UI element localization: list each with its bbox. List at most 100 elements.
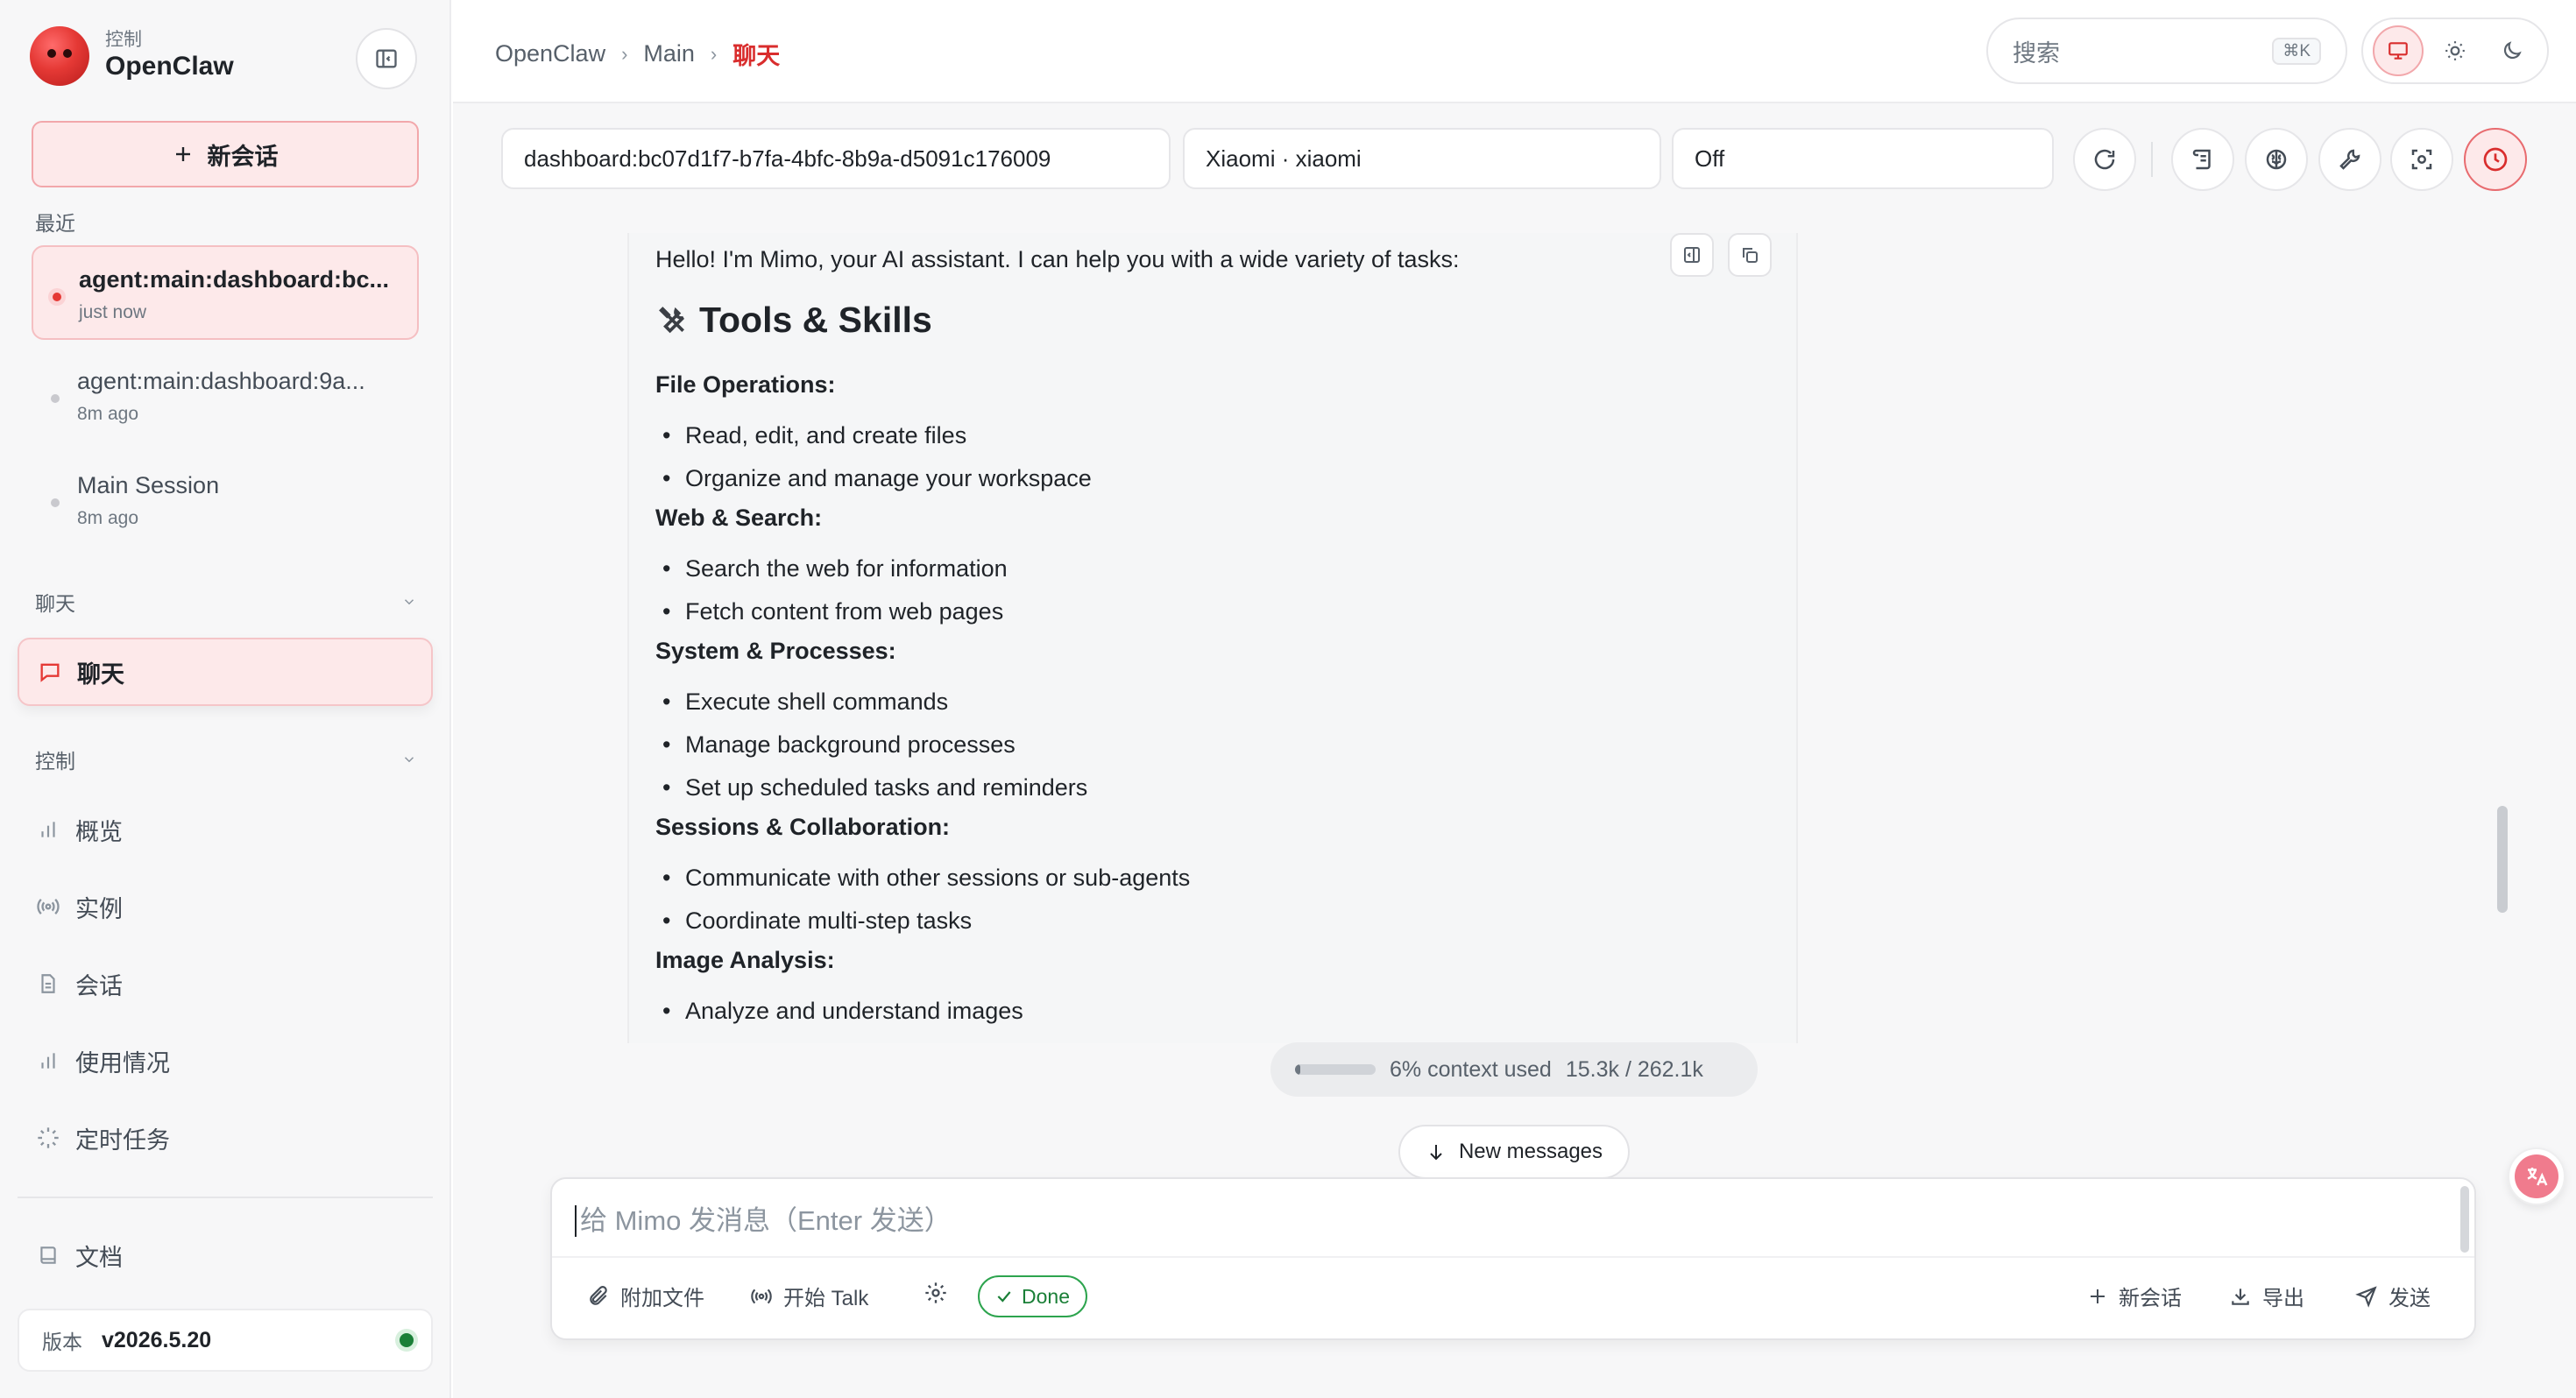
new-chat-button[interactable]: 新会话	[32, 121, 419, 187]
sidebar-divider	[18, 1197, 433, 1198]
thinking-value: Off	[1695, 145, 1725, 172]
message-actions	[1670, 233, 1772, 277]
side-panel-button[interactable]	[1670, 233, 1714, 277]
tools-button[interactable]	[2318, 128, 2381, 191]
section-title: Image Analysis:	[655, 947, 835, 973]
message-heading-text: Tools & Skills	[699, 300, 932, 340]
gear-icon	[925, 1282, 946, 1303]
search-input[interactable]: 搜索 ⌘K	[1986, 18, 2347, 84]
session-item[interactable]: Main Session 8m ago	[32, 453, 419, 547]
toolbar-separator	[2151, 142, 2153, 177]
sidebar: 控制 OpenClaw 新会话 最近 agent:main:dashboard:…	[0, 0, 451, 1398]
session-time: just now	[79, 302, 147, 322]
breadcrumb-openclaw[interactable]: OpenClaw	[495, 40, 605, 67]
breadcrumb-separator: ›	[710, 42, 718, 65]
attach-file-button[interactable]: 附加文件	[587, 1281, 704, 1311]
breadcrumb-main[interactable]: Main	[643, 40, 695, 67]
plus-icon	[175, 147, 190, 161]
send-icon	[2355, 1285, 2377, 1308]
arrow-down-icon	[1430, 1145, 1442, 1161]
nav-instances-label: 实例	[75, 895, 123, 922]
online-status-dot	[400, 1333, 414, 1347]
wrench-icon	[2339, 149, 2360, 170]
export-button[interactable]: 导出	[2229, 1281, 2304, 1311]
bar-chart-icon	[35, 1048, 61, 1074]
nav-docs[interactable]: 文档	[18, 1221, 433, 1289]
nav-sessions[interactable]: 会话	[18, 950, 433, 1018]
nav-scheduled-tasks[interactable]: 定时任务	[18, 1104, 433, 1172]
send-label: 发送	[2388, 1287, 2431, 1310]
version-card: 版本 v2026.5.20	[18, 1309, 433, 1372]
brain-button[interactable]	[2245, 128, 2308, 191]
nav-overview[interactable]: 概览	[18, 795, 433, 864]
history-button[interactable]	[2464, 128, 2527, 191]
copy-icon	[1743, 248, 1758, 263]
model-select[interactable]: Xiaomi · xiaomi	[1183, 128, 1661, 189]
copy-button[interactable]	[1728, 233, 1772, 277]
composer-divider	[552, 1256, 2474, 1258]
openclaw-logo	[30, 26, 89, 86]
chat-scrollbar[interactable]	[2497, 806, 2508, 913]
theme-light-button[interactable]	[2430, 25, 2480, 76]
nav-chat[interactable]: 聊天	[18, 638, 433, 706]
list-item: Fetch content from web pages	[655, 590, 1768, 633]
brand-subtitle: 控制	[105, 30, 142, 50]
session-title: Main Session	[77, 472, 220, 498]
nav-usage-label: 使用情况	[75, 1049, 170, 1077]
session-key-value: dashboard:bc07d1f7-b7fa-4bfc-8b9a-d5091c…	[524, 145, 1051, 172]
logs-button[interactable]	[2171, 128, 2234, 191]
session-key-field[interactable]: dashboard:bc07d1f7-b7fa-4bfc-8b9a-d5091c…	[501, 128, 1171, 189]
done-status-button[interactable]: Done	[978, 1275, 1087, 1317]
nav-instances[interactable]: 实例	[18, 872, 433, 941]
refresh-button[interactable]	[2073, 128, 2136, 191]
section-system: System & Processes: Execute shell comman…	[655, 633, 1768, 809]
session-time: 8m ago	[77, 508, 139, 528]
tools-emoji-icon	[655, 303, 690, 338]
focus-frame-icon	[2411, 149, 2432, 170]
bar-chart-icon	[35, 816, 61, 843]
plus-icon	[2091, 1289, 2105, 1303]
nav-usage[interactable]: 使用情况	[18, 1027, 433, 1095]
theme-system-button[interactable]	[2373, 25, 2424, 76]
search-shortcut: ⌘K	[2272, 37, 2321, 65]
session-title: agent:main:dashboard:bc...	[79, 266, 390, 293]
composer-new-session-button[interactable]: 新会话	[2087, 1281, 2182, 1311]
thinking-select[interactable]: Off	[1672, 128, 2054, 189]
nav-sessions-label: 会话	[75, 972, 123, 999]
session-item[interactable]: agent:main:dashboard:bc... just now	[32, 245, 419, 340]
panel-icon	[1684, 247, 1700, 263]
message-intro: Hello! I'm Mimo, your AI assistant. I ca…	[655, 246, 1460, 272]
section-file-ops: File Operations: Read, edit, and create …	[655, 367, 1768, 500]
session-item[interactable]: agent:main:dashboard:9a... 8m ago	[32, 349, 419, 443]
context-text: 6% context used	[1390, 1056, 1552, 1082]
new-messages-button[interactable]: New messages	[1398, 1125, 1630, 1179]
start-talk-button[interactable]: 开始 Talk	[750, 1281, 868, 1311]
group-chat-header[interactable]: 聊天	[35, 587, 417, 617]
active-dot	[53, 293, 61, 301]
list-item: Search the web for information	[655, 547, 1768, 590]
chat-bubble-icon	[37, 659, 63, 685]
breadcrumb: OpenClaw › Main › 聊天	[495, 37, 780, 71]
translate-button[interactable]	[2508, 1147, 2565, 1205]
section-title: Sessions & Collaboration:	[655, 814, 951, 840]
loader-icon	[35, 1125, 61, 1151]
send-button[interactable]: 发送	[2355, 1281, 2431, 1311]
composer-scrollbar[interactable]	[2460, 1186, 2469, 1253]
message-input[interactable]: 给 Mimo 发消息（Enter 发送）	[575, 1205, 952, 1237]
theme-dark-button[interactable]	[2487, 25, 2537, 76]
section-image-analysis: Image Analysis: Analyze and understand i…	[655, 943, 1768, 1033]
composer-settings-button[interactable]	[924, 1281, 948, 1305]
session-title: agent:main:dashboard:9a...	[77, 368, 365, 394]
focus-button[interactable]	[2390, 128, 2453, 191]
recent-label: 最近	[35, 212, 75, 235]
check-icon	[997, 1291, 1011, 1303]
moon-icon	[2503, 41, 2522, 60]
sun-icon	[2445, 41, 2465, 60]
search-placeholder: 搜索	[2013, 39, 2060, 67]
theme-switcher	[2361, 18, 2549, 84]
group-control-header[interactable]: 控制	[35, 745, 417, 774]
message-heading: Tools & Skills	[655, 300, 1768, 341]
collapse-sidebar-button[interactable]	[356, 28, 417, 89]
clock-icon	[2483, 147, 2508, 172]
refresh-icon	[2094, 149, 2115, 170]
